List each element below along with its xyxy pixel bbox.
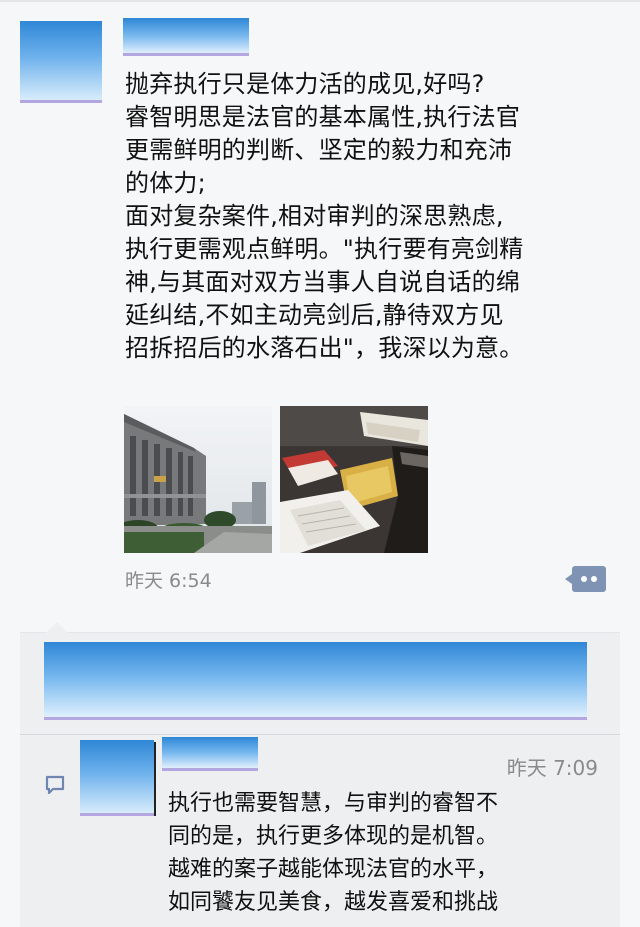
post-text-line: 招拆招后的水落石出"，我深以为意。	[125, 334, 524, 362]
post-text: 抛弃执行只是体力活的成见,好吗? 睿智明思是法官的基本属性,执行法官 更需鲜明的…	[125, 68, 625, 365]
avatar[interactable]	[20, 21, 102, 103]
comment-text-line: 越难的案子越能体现法官的水平，	[168, 857, 499, 882]
post-text-line: 神,与其面对双方当事人自说自话的绵	[125, 268, 521, 296]
comment-text-line: 同的是，执行更多体现的是机智。	[168, 824, 499, 849]
post-text-line: 的体力;	[125, 169, 206, 197]
divider	[20, 734, 620, 735]
dot	[581, 576, 587, 582]
dot	[591, 576, 597, 582]
text-cursor	[154, 742, 156, 816]
likes-list[interactable]	[44, 642, 587, 720]
post-text-line: 延纠结,不如主动亮剑后,静待双方见	[125, 301, 504, 329]
post-text-line: 抛弃执行只是体力活的成见,好吗?	[125, 70, 485, 98]
comment-dots-icon[interactable]	[565, 566, 606, 592]
commenter-avatar[interactable]	[80, 740, 154, 816]
post-text-line: 更需鲜明的判断、坚定的毅力和充沛	[125, 136, 513, 164]
comment-text-line: 执行也需要智慧，与审判的睿智不	[168, 791, 499, 816]
photo-desk-files[interactable]	[280, 406, 428, 553]
speech-bubble-icon	[44, 774, 66, 796]
comment-time: 昨天 7:09	[506, 756, 598, 780]
top-border	[0, 0, 640, 2]
post-text-line: 面对复杂案件,相对审判的深思熟虑,	[125, 202, 504, 230]
poster-name[interactable]	[123, 18, 249, 56]
post-timestamp: 昨天 6:54	[125, 570, 212, 592]
comment-text[interactable]: 执行也需要智慧，与审判的睿智不 同的是，执行更多体现的是机智。 越难的案子越能体…	[168, 787, 608, 919]
comment-text-line: 如同饕友见美食，越发喜爱和挑战	[168, 890, 499, 915]
commenter-name[interactable]	[162, 737, 258, 771]
photo-court-building[interactable]	[124, 406, 272, 553]
post-text-line: 睿智明思是法官的基本属性,执行法官	[125, 103, 521, 131]
post-text-line: 执行更需观点鲜明。"执行要有亮剑精	[125, 235, 524, 263]
